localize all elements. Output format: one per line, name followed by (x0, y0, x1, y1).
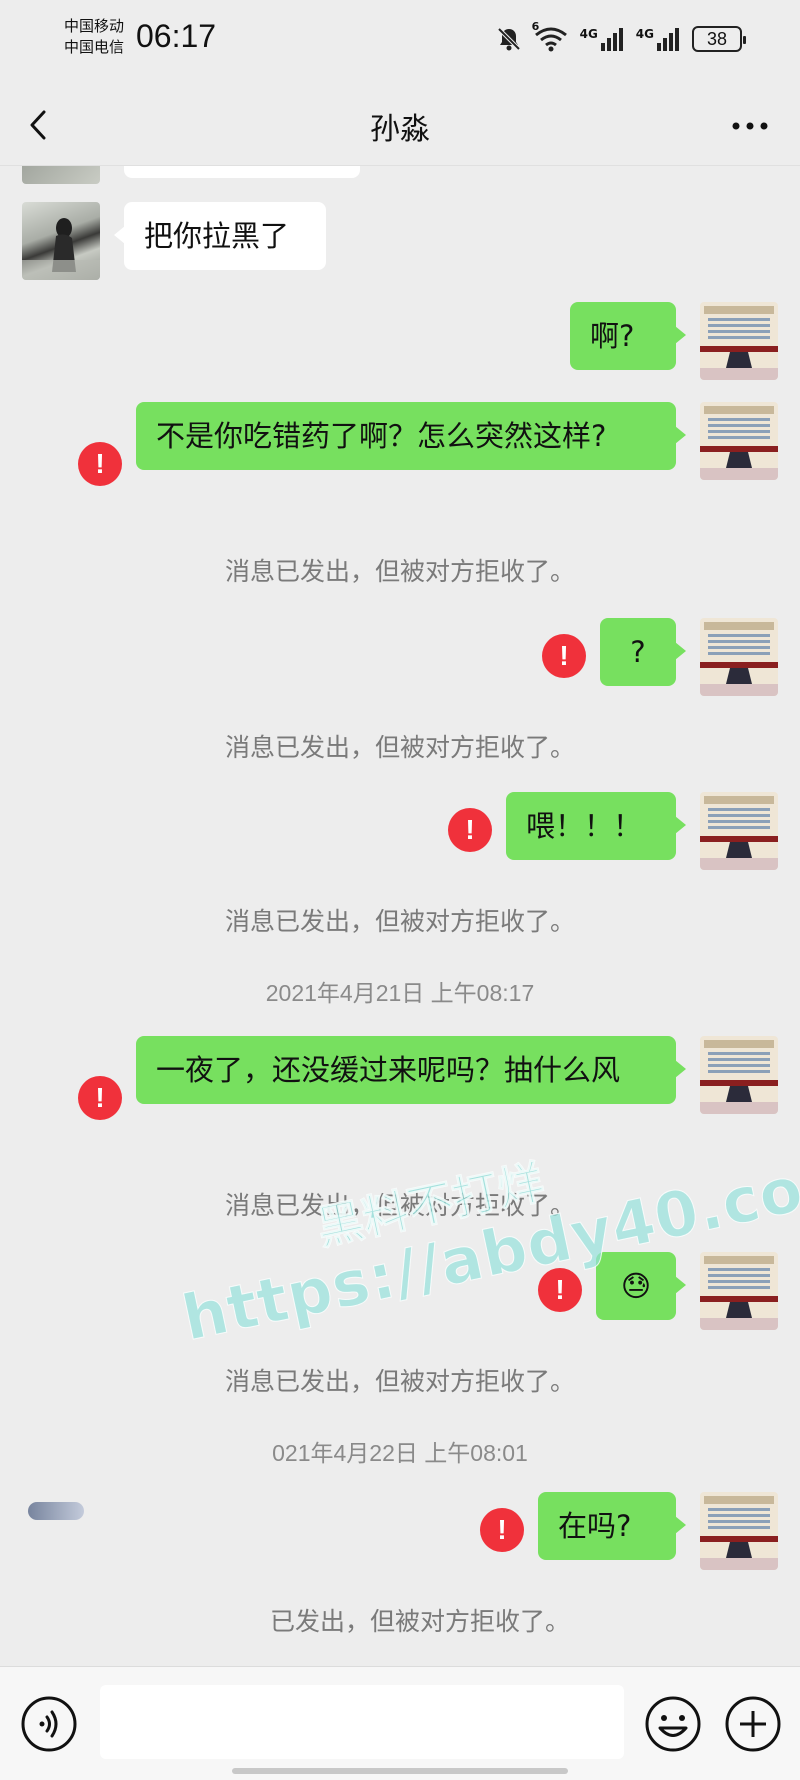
message-bubble[interactable]: 不是你吃错药了啊？怎么突然这样? (136, 402, 686, 470)
rejected-notice: 消息已发出，但被对方拒收了。 (224, 907, 575, 936)
status-time: 06:17 (136, 18, 217, 54)
battery-indicator: 38 (692, 26, 746, 52)
plus-icon (724, 1696, 782, 1757)
more-button[interactable] (728, 106, 772, 146)
message-bubble[interactable]: 一夜了，还没缓过来呢吗？抽什么风 (136, 1036, 686, 1104)
voice-button[interactable] (20, 1695, 78, 1753)
rejected-notice: 消息已发出，但被对方拒收了。 (224, 733, 575, 762)
home-indicator[interactable] (232, 1768, 568, 1774)
wifi-icon: 6 (532, 20, 568, 52)
timestamp: 021年4月22日 上午08:01 (272, 1440, 528, 1466)
emoji-icon (644, 1696, 702, 1757)
my-avatar[interactable] (700, 302, 778, 380)
message-bubble[interactable]: 啊? (570, 302, 686, 370)
signal-icon-1: 4G (580, 27, 624, 51)
message-bubble[interactable]: 在吗? (538, 1492, 686, 1560)
rejected-notice: 消息已发出，但被对方拒收了。 (224, 1367, 575, 1396)
send-failed-icon[interactable]: ! (78, 1076, 122, 1120)
send-failed-icon[interactable]: ! (78, 442, 122, 486)
message-bubble[interactable]: ? (600, 618, 686, 686)
send-failed-icon[interactable]: ! (542, 634, 586, 678)
carrier-names: 中国移动 中国电信 (64, 16, 124, 58)
send-failed-icon[interactable]: ! (448, 808, 492, 852)
voice-icon (20, 1696, 78, 1757)
message-bubble[interactable]: 把你拉黑了 (114, 202, 326, 270)
emoji-button[interactable] (644, 1695, 702, 1753)
my-avatar[interactable] (700, 1492, 778, 1570)
message-bubble[interactable]: 喂！！！ (506, 792, 686, 860)
input-bar (0, 1666, 800, 1780)
contact-avatar[interactable] (22, 202, 100, 280)
chat-header: 孙淼 (0, 84, 800, 166)
my-avatar[interactable] (700, 618, 778, 696)
mute-bell-icon (496, 26, 522, 52)
my-avatar[interactable] (700, 792, 778, 870)
status-bar: 中国移动 中国电信 06:17 6 4G 4G 38 (0, 0, 800, 84)
my-avatar[interactable] (700, 402, 778, 480)
rejected-notice: 消息已发出，但被对方拒收了。 (224, 557, 575, 586)
signal-1-label: 4G (579, 27, 598, 41)
rejected-notice: 已发出，但被对方拒收了。 (269, 1607, 570, 1636)
wifi-label: 6 (531, 20, 540, 33)
rejected-notice: 消息已发出，但被对方拒收了。 (224, 1191, 575, 1220)
carrier-2: 中国电信 (64, 38, 125, 56)
more-icon (728, 122, 772, 150)
blurred-element (28, 1502, 84, 1520)
message-list[interactable]: 把你拉黑了 啊? ! 不是你吃错药了啊？怎么突然这样? 消息已发出，但被对方拒收… (0, 166, 800, 1666)
carrier-1: 中国移动 (64, 17, 125, 35)
contact-avatar[interactable] (22, 166, 100, 184)
my-avatar[interactable] (700, 1036, 778, 1114)
my-avatar[interactable] (700, 1252, 778, 1330)
signal-2-label: 4G (635, 27, 654, 41)
send-failed-icon[interactable]: ! (480, 1508, 524, 1552)
timestamp: 2021年4月21日 上午08:17 (265, 980, 535, 1006)
more-actions-button[interactable] (724, 1695, 782, 1753)
chat-title: 孙淼 (370, 112, 430, 147)
signal-icon-2: 4G (636, 27, 680, 51)
message-bubble[interactable]: 😓 (596, 1252, 686, 1320)
send-failed-icon[interactable]: ! (538, 1268, 582, 1312)
message-input[interactable] (100, 1685, 624, 1759)
status-icons: 6 4G 4G 38 (496, 20, 746, 54)
partial-bubble (124, 166, 360, 178)
